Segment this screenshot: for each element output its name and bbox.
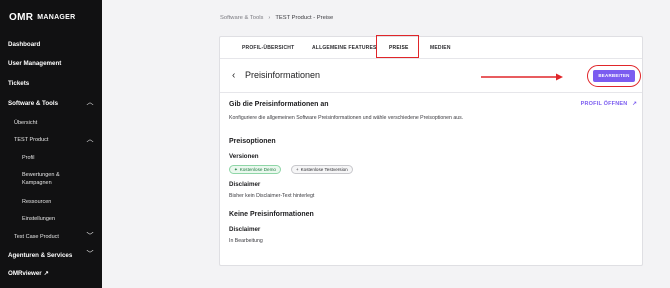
versionen-label: Versionen	[229, 153, 259, 160]
nav-user-management[interactable]: User Management	[8, 60, 61, 67]
logo-mark: OMR	[9, 12, 34, 23]
tab-profil-uebersicht[interactable]: PROFIL-ÜBERSICHT	[242, 37, 294, 59]
plus-icon: +	[296, 167, 299, 172]
tab-bar: PROFIL-ÜBERSICHT ALLGEMEINE FEATURES PRE…	[220, 35, 642, 59]
nav-einstellungen[interactable]: Einstellungen	[22, 216, 55, 222]
chip-kostenlose-testversion: + Kostenlose Testversion	[291, 165, 353, 174]
chevron-up-icon[interactable]: ︿	[86, 99, 94, 107]
breadcrumb: Software & Tools › TEST Product - Preise	[220, 15, 333, 21]
check-icon: ✦	[234, 167, 238, 172]
page-header: ‹ Preisinformationen BEARBEITEN	[220, 59, 642, 93]
chevron-down-icon[interactable]: ﹀	[86, 251, 94, 259]
nav-tickets[interactable]: Tickets	[8, 80, 29, 87]
nav-ressourcen[interactable]: Ressourcen	[22, 199, 51, 205]
logo[interactable]: OMR MANAGER	[9, 12, 76, 23]
breadcrumb-current: TEST Product - Preise	[275, 15, 334, 21]
chevron-down-icon[interactable]: ﹀	[86, 233, 94, 241]
chip-label: Kostenlose Testversion	[300, 167, 348, 172]
nav-dashboard[interactable]: Dashboard	[8, 41, 40, 48]
keine-preisinfo-title: Keine Preisinformationen	[229, 211, 314, 218]
nav-test-case-product[interactable]: Test Case Product	[14, 234, 59, 240]
nav-agenturen[interactable]: Agenturen & Services	[8, 252, 72, 259]
profile-open-label: PROFIL ÖFFNEN	[580, 101, 628, 107]
edit-annotation-circle: BEARBEITEN	[587, 65, 641, 87]
breadcrumb-parent[interactable]: Software & Tools	[220, 15, 263, 21]
nav-profil[interactable]: Profil	[22, 155, 35, 161]
content-card: PROFIL-ÜBERSICHT ALLGEMEINE FEATURES PRE…	[219, 35, 643, 266]
profile-open-link[interactable]: PROFIL ÖFFNEN ↗	[581, 101, 637, 107]
tab-preise[interactable]: PREISE	[389, 37, 409, 59]
edit-button[interactable]: BEARBEITEN	[593, 70, 635, 82]
nav-bewertungen-line1: Bewertungen &	[22, 172, 60, 178]
chip-kostenlose-demo: ✦ Kostenlose Demo	[229, 165, 281, 174]
nav-omrviewer-label: OMRviewer	[8, 270, 42, 277]
back-arrow-icon[interactable]: ‹	[232, 70, 235, 82]
nav-uebersicht[interactable]: Übersicht	[14, 120, 37, 126]
logo-sub: MANAGER	[37, 14, 76, 21]
breadcrumb-separator: ›	[268, 15, 271, 21]
nav-bewertungen-line2: Kampagnen	[22, 180, 52, 186]
keine-disclaimer-text: In Bearbeitung	[229, 238, 263, 244]
keine-disclaimer-label: Disclaimer	[229, 226, 261, 233]
preisoptionen-title: Preisoptionen	[229, 138, 276, 145]
sidebar: OMR MANAGER Dashboard User Management Ti…	[0, 0, 102, 288]
tab-medien[interactable]: MEDIEN	[430, 37, 451, 59]
nav-omrviewer[interactable]: OMRviewer ↗	[8, 270, 49, 277]
section-description: Konfiguriere die allgemeinen Software Pr…	[229, 115, 464, 121]
external-link-icon: ↗	[43, 271, 49, 277]
external-link-icon: ↗	[632, 101, 637, 107]
chip-label: Kostenlose Demo	[239, 167, 276, 172]
nav-test-product[interactable]: TEST Product	[14, 137, 48, 143]
disclaimer-text: Bisher kein Disclaimer-Text hinterlegt	[229, 193, 315, 199]
section-title: Gib die Preisinformationen an	[229, 101, 329, 108]
page-title: Preisinformationen	[245, 70, 321, 80]
annotation-arrow-icon	[481, 73, 563, 81]
nav-software-tools[interactable]: Software & Tools	[8, 100, 58, 107]
chevron-up-icon[interactable]: ︿	[86, 136, 94, 144]
nav-bewertungen[interactable]: Bewertungen & Kampagnen	[22, 172, 60, 186]
disclaimer-label: Disclaimer	[229, 181, 261, 188]
tab-allgemeine-features[interactable]: ALLGEMEINE FEATURES	[312, 37, 377, 59]
